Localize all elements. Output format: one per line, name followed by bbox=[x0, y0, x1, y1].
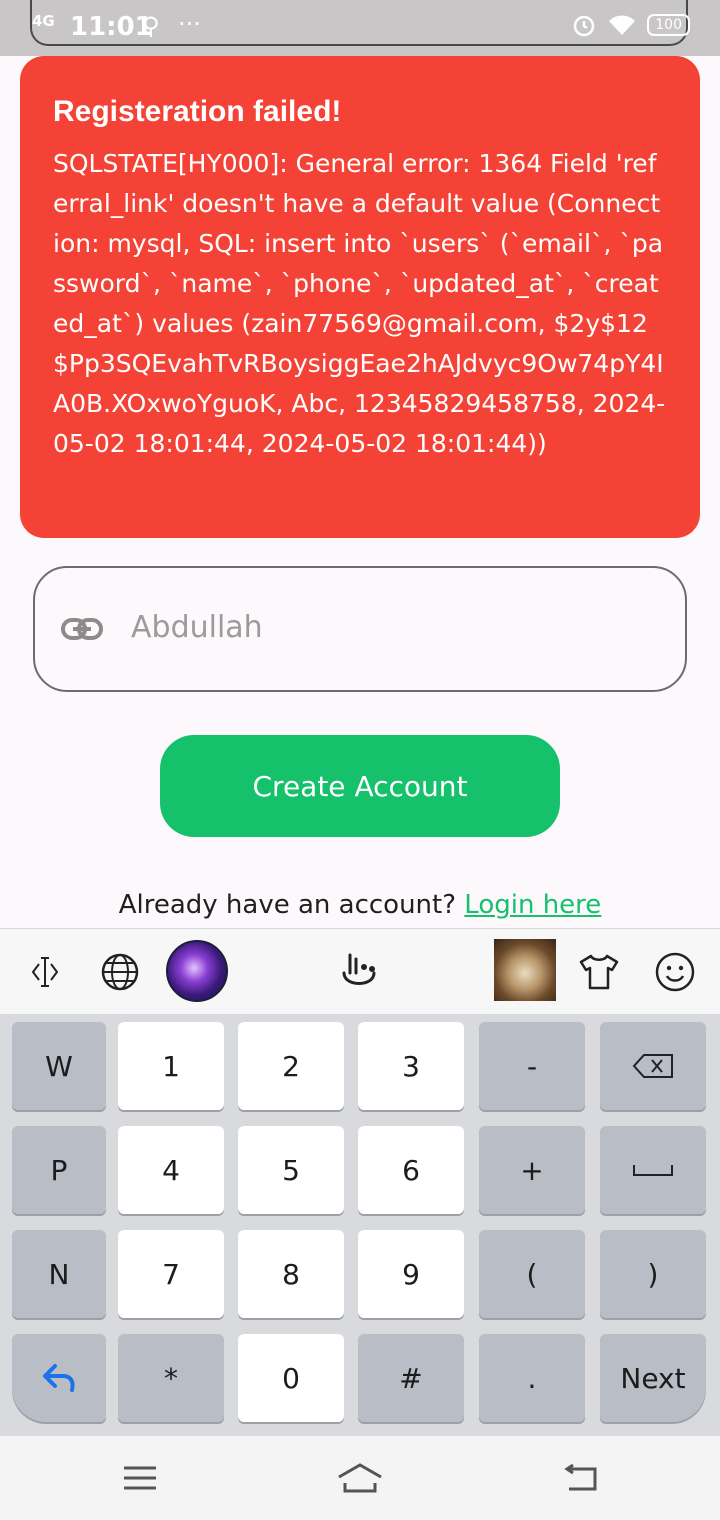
system-nav-bar bbox=[0, 1436, 720, 1520]
key-0[interactable]: 0 bbox=[238, 1334, 344, 1422]
back-icon[interactable] bbox=[550, 1456, 610, 1500]
key-1[interactable]: 1 bbox=[118, 1022, 224, 1110]
key-8[interactable]: 8 bbox=[238, 1230, 344, 1318]
home-icon[interactable] bbox=[330, 1456, 390, 1500]
undo-arrow-icon bbox=[43, 1364, 75, 1392]
globe-icon[interactable] bbox=[93, 945, 147, 999]
login-prompt-text: Already have an account? bbox=[118, 890, 457, 920]
keyboard-toolbar bbox=[0, 928, 720, 1014]
space-key[interactable] bbox=[600, 1126, 706, 1214]
key-3[interactable]: 3 bbox=[358, 1022, 464, 1110]
menu-icon[interactable] bbox=[110, 1456, 170, 1500]
sticker-photo-icon[interactable] bbox=[494, 939, 556, 1001]
login-here-link[interactable]: Login here bbox=[464, 890, 601, 920]
key-asterisk[interactable]: * bbox=[118, 1334, 224, 1422]
usb-icon: ⚲ bbox=[142, 12, 160, 40]
theme-galaxy-icon[interactable] bbox=[166, 940, 228, 1002]
space-icon bbox=[633, 1165, 673, 1176]
emoji-icon[interactable] bbox=[648, 945, 702, 999]
alarm-icon bbox=[574, 15, 595, 37]
cursor-icon[interactable] bbox=[18, 945, 72, 999]
key-open-paren[interactable]: ( bbox=[479, 1230, 585, 1318]
key-minus[interactable]: - bbox=[479, 1022, 585, 1110]
key-w[interactable]: W bbox=[12, 1022, 106, 1110]
error-alert: Registeration failed! SQLSTATE[HY000]: G… bbox=[20, 56, 700, 538]
error-title: Registeration failed! bbox=[53, 95, 342, 128]
link-icon bbox=[61, 618, 103, 640]
gesture-icon[interactable] bbox=[332, 945, 386, 999]
login-prompt: Already have an account? Login here bbox=[0, 890, 720, 920]
key-n[interactable]: N bbox=[12, 1230, 106, 1318]
key-7[interactable]: 7 bbox=[118, 1230, 224, 1318]
tshirt-icon[interactable] bbox=[572, 945, 626, 999]
referral-input-value: Abdullah bbox=[131, 610, 263, 645]
key-6[interactable]: 6 bbox=[358, 1126, 464, 1214]
status-time: 11:01 bbox=[70, 12, 153, 42]
status-bar: 4G 11:01 ⚲ ··· 100 bbox=[0, 0, 720, 56]
key-plus[interactable]: + bbox=[479, 1126, 585, 1214]
backspace-icon bbox=[632, 1054, 673, 1078]
key-close-paren[interactable]: ) bbox=[600, 1230, 706, 1318]
referral-input[interactable]: Abdullah bbox=[33, 566, 687, 692]
wifi-icon bbox=[609, 15, 636, 35]
key-2[interactable]: 2 bbox=[238, 1022, 344, 1110]
key-4[interactable]: 4 bbox=[118, 1126, 224, 1214]
key-9[interactable]: 9 bbox=[358, 1230, 464, 1318]
error-message: SQLSTATE[HY000]: General error: 1364 Fie… bbox=[53, 149, 666, 458]
key-5[interactable]: 5 bbox=[238, 1126, 344, 1214]
key-period[interactable]: . bbox=[479, 1334, 585, 1422]
backspace-key[interactable] bbox=[600, 1022, 706, 1110]
network-indicator: 4G bbox=[32, 12, 55, 30]
next-key[interactable]: Next bbox=[600, 1334, 706, 1422]
create-account-button[interactable]: Create Account bbox=[160, 735, 560, 837]
key-p[interactable]: P bbox=[12, 1126, 106, 1214]
undo-key[interactable] bbox=[12, 1334, 106, 1422]
key-hash[interactable]: # bbox=[358, 1334, 464, 1422]
more-notifications-icon: ··· bbox=[178, 10, 201, 38]
battery-indicator: 100 bbox=[647, 14, 690, 36]
